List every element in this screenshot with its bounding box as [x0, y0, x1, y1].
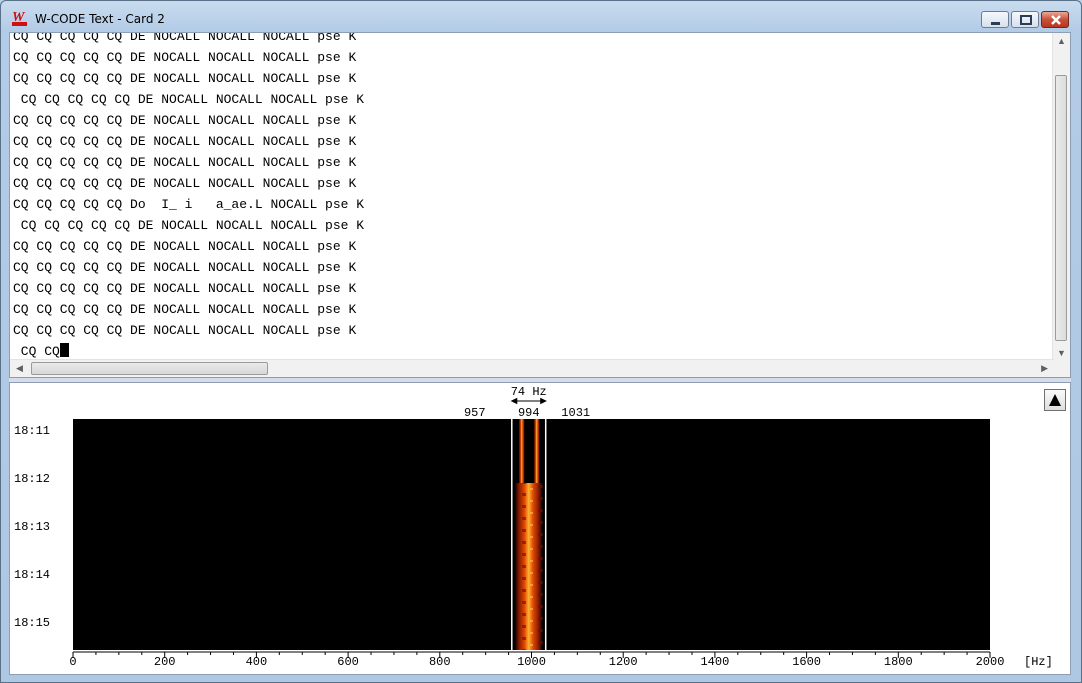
time-label: 18:15 — [14, 616, 50, 630]
time-label: 18:13 — [14, 520, 50, 534]
minimize-button[interactable] — [981, 11, 1009, 28]
bandwidth-indicator: 74 Hz 957 994 1031 — [464, 385, 590, 420]
text-line: CQ CQ CQ CQ CQ DE NOCALL NOCALL NOCALL p… — [13, 302, 357, 317]
text-line: CQ CQ CQ CQ CQ DE NOCALL NOCALL NOCALL p… — [13, 92, 365, 107]
horizontal-scroll-thumb[interactable] — [31, 362, 268, 375]
text-line: CQ CQ CQ CQ CQ DE NOCALL NOCALL NOCALL p… — [13, 260, 357, 275]
frequency-tick-label: 1200 — [609, 655, 638, 669]
vertical-scroll-thumb[interactable] — [1055, 75, 1067, 341]
text-line: CQ CQ CQ CQ CQ DE NOCALL NOCALL NOCALL p… — [13, 71, 357, 86]
waterfall-pane: 18:11 18:12 18:13 18:14 18:15 0 200 400 600 800 1… — [9, 382, 1071, 675]
text-line: CQ CQ CQ CQ CQ DE NOCALL NOCALL NOCALL p… — [13, 218, 365, 233]
maximize-icon — [1020, 15, 1032, 25]
text-line: CQ CQ CQ CQ CQ DE NOCALL NOCALL NOCALL p… — [13, 155, 357, 170]
close-icon — [1051, 15, 1061, 25]
title-bar[interactable]: W W-CODE Text - Card 2 — [1, 1, 1081, 33]
signal-upper-right — [533, 419, 540, 483]
text-line: CQ CQ CQ CQ CQ Do I_ i a_ae.L NOCALL pse… — [13, 197, 365, 212]
signal-speckle — [514, 483, 543, 650]
scroll-up-arrow-icon[interactable]: ▲ — [1057, 36, 1066, 46]
close-button[interactable] — [1041, 11, 1069, 28]
horizontal-scrollbar[interactable]: ◀ ▶ — [10, 359, 1054, 377]
frequency-tick-label: 2000 — [976, 655, 1005, 669]
time-axis: 18:11 18:12 18:13 18:14 18:15 — [14, 424, 50, 630]
scroll-right-arrow-icon[interactable]: ▶ — [1041, 363, 1048, 374]
time-label: 18:12 — [14, 472, 50, 486]
frequency-tick-label: 1600 — [792, 655, 821, 669]
text-line: CQ CQ CQ CQ CQ DE NOCALL NOCALL NOCALL p… — [13, 239, 357, 254]
marker-low-label: 957 — [464, 406, 486, 420]
text-line: CQ CQ CQ CQ CQ DE NOCALL NOCALL NOCALL p… — [13, 32, 357, 44]
scroll-corner — [1053, 360, 1070, 377]
frequency-axis: 0 200 400 600 800 1000 1200 1400 1600 1800 2000 — [69, 651, 1005, 669]
vertical-scrollbar[interactable]: ▲ ▼ — [1052, 33, 1070, 361]
scroll-down-arrow-icon[interactable]: ▼ — [1057, 348, 1066, 358]
text-line: CQ CQ CQ CQ CQ DE NOCALL NOCALL NOCALL p… — [13, 134, 357, 149]
marker-center-label: 994 — [518, 406, 540, 420]
frequency-tick-label: 1800 — [884, 655, 913, 669]
decoded-text-lines: CQ CQ CQ CQ CQ DE NOCALL NOCALL NOCALL p… — [13, 32, 365, 362]
minimize-icon — [991, 22, 1000, 25]
time-label: 18:11 — [14, 424, 50, 438]
triangle-up-icon — [1049, 394, 1061, 406]
text-line: CQ CQ CQ CQ CQ DE NOCALL NOCALL NOCALL p… — [13, 113, 357, 128]
frequency-tick-label: 400 — [246, 655, 268, 669]
text-line: CQ CQ CQ CQ CQ DE NOCALL NOCALL NOCALL p… — [13, 176, 357, 191]
wcode-text-window: W W-CODE Text - Card 2 CQ CQ CQ CQ CQ DE… — [0, 0, 1082, 683]
signal-upper-left — [518, 419, 525, 483]
frequency-unit-label: [Hz] — [1024, 655, 1053, 669]
time-label: 18:14 — [14, 568, 50, 582]
window-title: W-CODE Text - Card 2 — [35, 12, 165, 26]
bandwidth-arrow-icon — [510, 397, 547, 405]
decoded-text-pane[interactable]: CQ CQ CQ CQ CQ DE NOCALL NOCALL NOCALL p… — [9, 32, 1071, 378]
frequency-tick-label: 0 — [69, 655, 76, 669]
waterfall-display[interactable]: 18:11 18:12 18:13 18:14 18:15 0 200 400 600 800 1… — [10, 383, 1071, 675]
text-line: CQ CQ CQ CQ CQ DE NOCALL NOCALL NOCALL p… — [13, 50, 357, 65]
marker-high-label: 1031 — [561, 406, 590, 420]
maximize-button[interactable] — [1011, 11, 1039, 28]
frequency-tick-label: 200 — [154, 655, 176, 669]
scroll-waterfall-up-button[interactable] — [1044, 389, 1066, 411]
text-line: CQ CQ CQ CQ CQ DE NOCALL NOCALL NOCALL p… — [13, 281, 357, 296]
text-line: CQ CQ CQ CQ CQ DE NOCALL NOCALL NOCALL p… — [13, 323, 357, 338]
frequency-tick-label: 600 — [337, 655, 359, 669]
scroll-left-arrow-icon[interactable]: ◀ — [16, 363, 23, 374]
text-cursor — [59, 343, 69, 357]
frequency-tick-label: 1000 — [517, 655, 546, 669]
wcode-app-icon: W — [12, 10, 27, 26]
frequency-tick-label: 1400 — [700, 655, 729, 669]
bandwidth-label: 74 Hz — [511, 385, 547, 399]
frequency-tick-label: 800 — [429, 655, 451, 669]
